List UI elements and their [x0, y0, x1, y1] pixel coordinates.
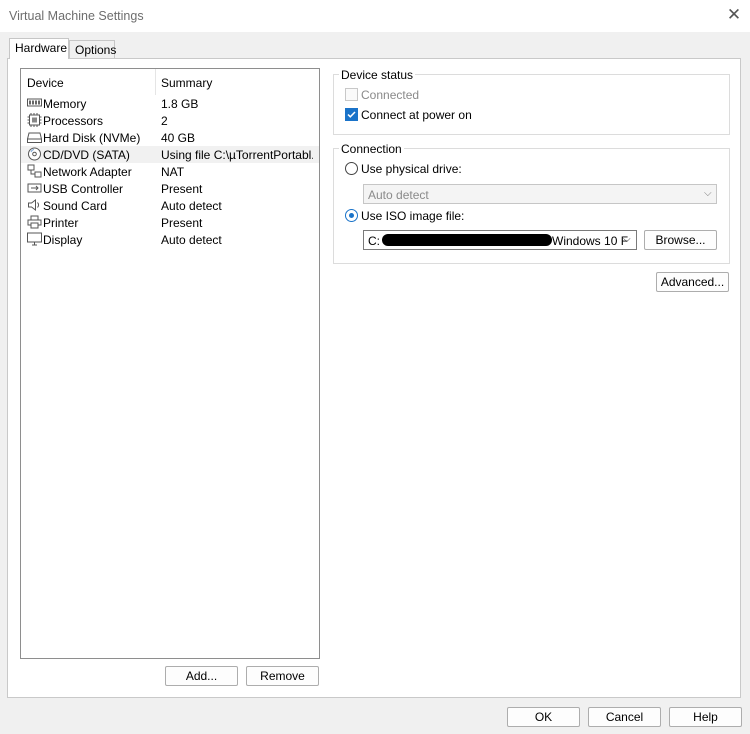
use-iso-image-label: Use ISO image file: [361, 209, 465, 223]
printer-icon [27, 215, 42, 229]
device-list-header: Device Summary [21, 69, 319, 95]
hard-disk-icon [27, 132, 42, 143]
chevron-down-icon: ⌵ [704, 188, 712, 199]
physical-drive-select[interactable]: Auto detect ⌵ [363, 184, 717, 204]
tab-hardware-label: Hardware [15, 41, 68, 55]
remove-button[interactable]: Remove [246, 666, 319, 686]
tab-options[interactable]: Options [69, 40, 117, 59]
device-name: Memory [43, 97, 87, 111]
device-name: Network Adapter [43, 165, 132, 179]
device-row-display[interactable]: Display Auto detect [21, 231, 319, 248]
connected-label: Connected [361, 88, 420, 102]
device-row-hard-disk[interactable]: Hard Disk (NVMe) 40 GB [21, 129, 319, 146]
cancel-button-label: Cancel [605, 710, 644, 724]
processor-icon [27, 113, 42, 127]
device-name: Sound Card [43, 199, 108, 213]
usb-icon [27, 183, 42, 193]
browse-button[interactable]: Browse... [644, 230, 717, 250]
device-summary: Auto detect [161, 199, 222, 213]
browse-button-label: Browse... [655, 233, 706, 247]
device-name: Display [43, 233, 83, 247]
connect-at-power-on-checkbox[interactable] [345, 108, 358, 121]
help-button-label: Help [693, 710, 718, 724]
help-button[interactable]: Help [669, 707, 742, 727]
window-title: Virtual Machine Settings [9, 9, 144, 23]
column-separator[interactable] [155, 69, 156, 95]
device-status-title: Device status [339, 68, 416, 82]
connection-title: Connection [339, 142, 404, 156]
monitor-icon [27, 232, 42, 246]
device-row-memory[interactable]: Memory 1.8 GB [21, 95, 319, 112]
remove-button-label: Remove [260, 669, 305, 683]
add-button[interactable]: Add... [165, 666, 238, 686]
device-summary: 2 [161, 114, 168, 128]
device-list[interactable]: Device Summary Memory 1.8 GB Processors … [20, 68, 320, 659]
checkmark-icon [347, 111, 356, 118]
device-row-sound-card[interactable]: Sound Card Auto detect [21, 197, 319, 214]
chevron-down-icon[interactable]: ⌵ [623, 234, 631, 245]
physical-drive-value: Auto detect [368, 188, 429, 202]
iso-path-end: Windows 10 F [552, 234, 629, 248]
iso-path-combobox[interactable]: C: Windows 10 F ⌵ [363, 230, 637, 250]
device-row-usb-controller[interactable]: USB Controller Present [21, 180, 319, 197]
device-row-printer[interactable]: Printer Present [21, 214, 319, 231]
device-row-network-adapter[interactable]: Network Adapter NAT [21, 163, 319, 180]
column-header-device[interactable]: Device [27, 76, 64, 90]
device-status-group [333, 74, 730, 135]
connected-checkbox[interactable] [345, 88, 358, 101]
use-physical-drive-radio[interactable] [345, 162, 358, 175]
connect-at-power-on-label: Connect at power on [361, 108, 472, 122]
cancel-button[interactable]: Cancel [588, 707, 661, 727]
ok-button[interactable]: OK [507, 707, 580, 727]
ok-button-label: OK [534, 710, 553, 724]
add-button-label: Add... [185, 669, 218, 683]
device-summary: Auto detect [161, 233, 222, 247]
tab-options-label: Options [75, 43, 117, 57]
cd-dvd-icon [28, 147, 41, 161]
use-physical-drive-label: Use physical drive: [361, 162, 462, 176]
device-summary: NAT [161, 165, 185, 179]
device-summary: Present [161, 216, 203, 230]
device-name: Processors [43, 114, 104, 128]
device-summary: 40 GB [161, 131, 196, 145]
device-row-processors[interactable]: Processors 2 [21, 112, 319, 129]
iso-path-start: C: [368, 234, 380, 248]
advanced-button[interactable]: Advanced... [656, 272, 729, 292]
device-name: Hard Disk (NVMe) [43, 131, 141, 145]
speaker-icon [28, 199, 40, 211]
device-summary: Using file C:\µTorrentPortabl... [161, 148, 313, 162]
close-icon[interactable]: ✕ [726, 6, 742, 24]
device-summary: 1.8 GB [161, 97, 199, 111]
advanced-button-label: Advanced... [660, 275, 725, 289]
title-bar: Virtual Machine Settings ✕ [0, 0, 750, 32]
device-name: USB Controller [43, 182, 124, 196]
column-header-summary[interactable]: Summary [161, 76, 212, 90]
device-name: CD/DVD (SATA) [43, 148, 130, 162]
device-name: Printer [43, 216, 79, 230]
memory-icon [27, 98, 42, 107]
tab-hardware[interactable]: Hardware [9, 38, 69, 59]
device-summary: Present [161, 182, 203, 196]
redaction-mark [382, 234, 552, 246]
network-adapter-icon [27, 164, 42, 178]
device-row-cd-dvd[interactable]: CD/DVD (SATA) Using file C:\µTorrentPort… [21, 146, 319, 163]
use-iso-image-radio[interactable] [345, 209, 358, 222]
